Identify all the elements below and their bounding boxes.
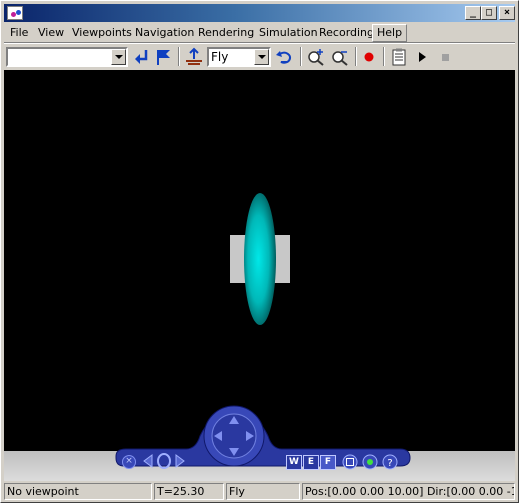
menu-help[interactable]: Help [372, 24, 408, 42]
menu-recording[interactable]: Recording [315, 25, 378, 41]
zoom-out-icon[interactable] [330, 47, 350, 67]
menu-view[interactable]: View [34, 25, 68, 41]
fit-view-icon[interactable] [342, 454, 358, 470]
menu-file[interactable]: File [6, 25, 32, 41]
record-icon[interactable] [359, 47, 379, 67]
help-icon[interactable]: ? [382, 454, 398, 470]
walk-mode-button[interactable]: W [286, 455, 302, 470]
play-icon[interactable] [412, 47, 432, 67]
menu-viewpoints[interactable]: Viewpoints [68, 25, 136, 41]
title-bar[interactable]: _ □ × [4, 4, 515, 22]
chevron-down-icon[interactable] [111, 49, 126, 65]
close-icon: × [125, 456, 133, 466]
straighten-icon[interactable] [184, 47, 204, 67]
app-logo-icon [7, 6, 23, 20]
toolbar: Fly [4, 44, 515, 69]
minimize-button[interactable]: _ [465, 6, 481, 20]
menu-navigation[interactable]: Navigation [131, 25, 198, 41]
cyan-ellipsoid-shape [244, 193, 276, 325]
status-position: Pos:[0.00 0.00 10.00] Dir:[0.00 0.00 -1.… [302, 483, 515, 500]
fly-mode-button[interactable]: F [320, 455, 336, 470]
flag-icon[interactable] [154, 47, 174, 67]
status-nav-mode: Fly [226, 483, 300, 500]
application-window: _ □ × File View Viewpoints Navigation Re… [0, 0, 519, 503]
console-icon[interactable] [389, 47, 409, 67]
3d-viewport[interactable] [4, 70, 515, 451]
menu-bar: File View Viewpoints Navigation Renderin… [4, 23, 515, 42]
rotate-right-icon[interactable] [172, 453, 188, 469]
toolbar-separator [355, 47, 357, 66]
status-viewpoint: No viewpoint [4, 483, 152, 500]
menu-simulation[interactable]: Simulation [255, 25, 322, 41]
status-time: T=25.30 [154, 483, 224, 500]
navigation-mode-select[interactable]: Fly [207, 47, 271, 67]
maximize-button[interactable]: □ [481, 6, 497, 20]
navigation-dashboard: × W E F ? [4, 405, 515, 481]
close-button[interactable]: × [499, 6, 515, 20]
stop-icon[interactable] [436, 47, 456, 67]
close-nav-button[interactable]: × [122, 455, 136, 469]
toolbar-separator [300, 47, 302, 66]
headlight-icon[interactable] [362, 454, 378, 470]
examine-mode-button[interactable]: E [303, 455, 319, 470]
return-icon[interactable] [132, 47, 152, 67]
zoom-in-icon[interactable] [306, 47, 326, 67]
orbit-icon[interactable] [156, 453, 172, 469]
navigation-mode-value: Fly [211, 50, 229, 64]
toolbar-separator [383, 47, 385, 66]
viewpoint-combo[interactable] [6, 47, 128, 67]
toolbar-separator [178, 47, 180, 66]
svg-text:?: ? [387, 458, 392, 469]
menu-rendering[interactable]: Rendering [194, 25, 258, 41]
rotate-left-icon[interactable] [140, 453, 156, 469]
scene-render [230, 193, 290, 325]
nav-console-graphic [115, 405, 411, 467]
chevron-down-icon[interactable] [254, 49, 269, 65]
status-bar: No viewpoint T=25.30 Fly Pos:[0.00 0.00 … [4, 482, 515, 501]
undo-move-icon[interactable] [274, 47, 294, 67]
